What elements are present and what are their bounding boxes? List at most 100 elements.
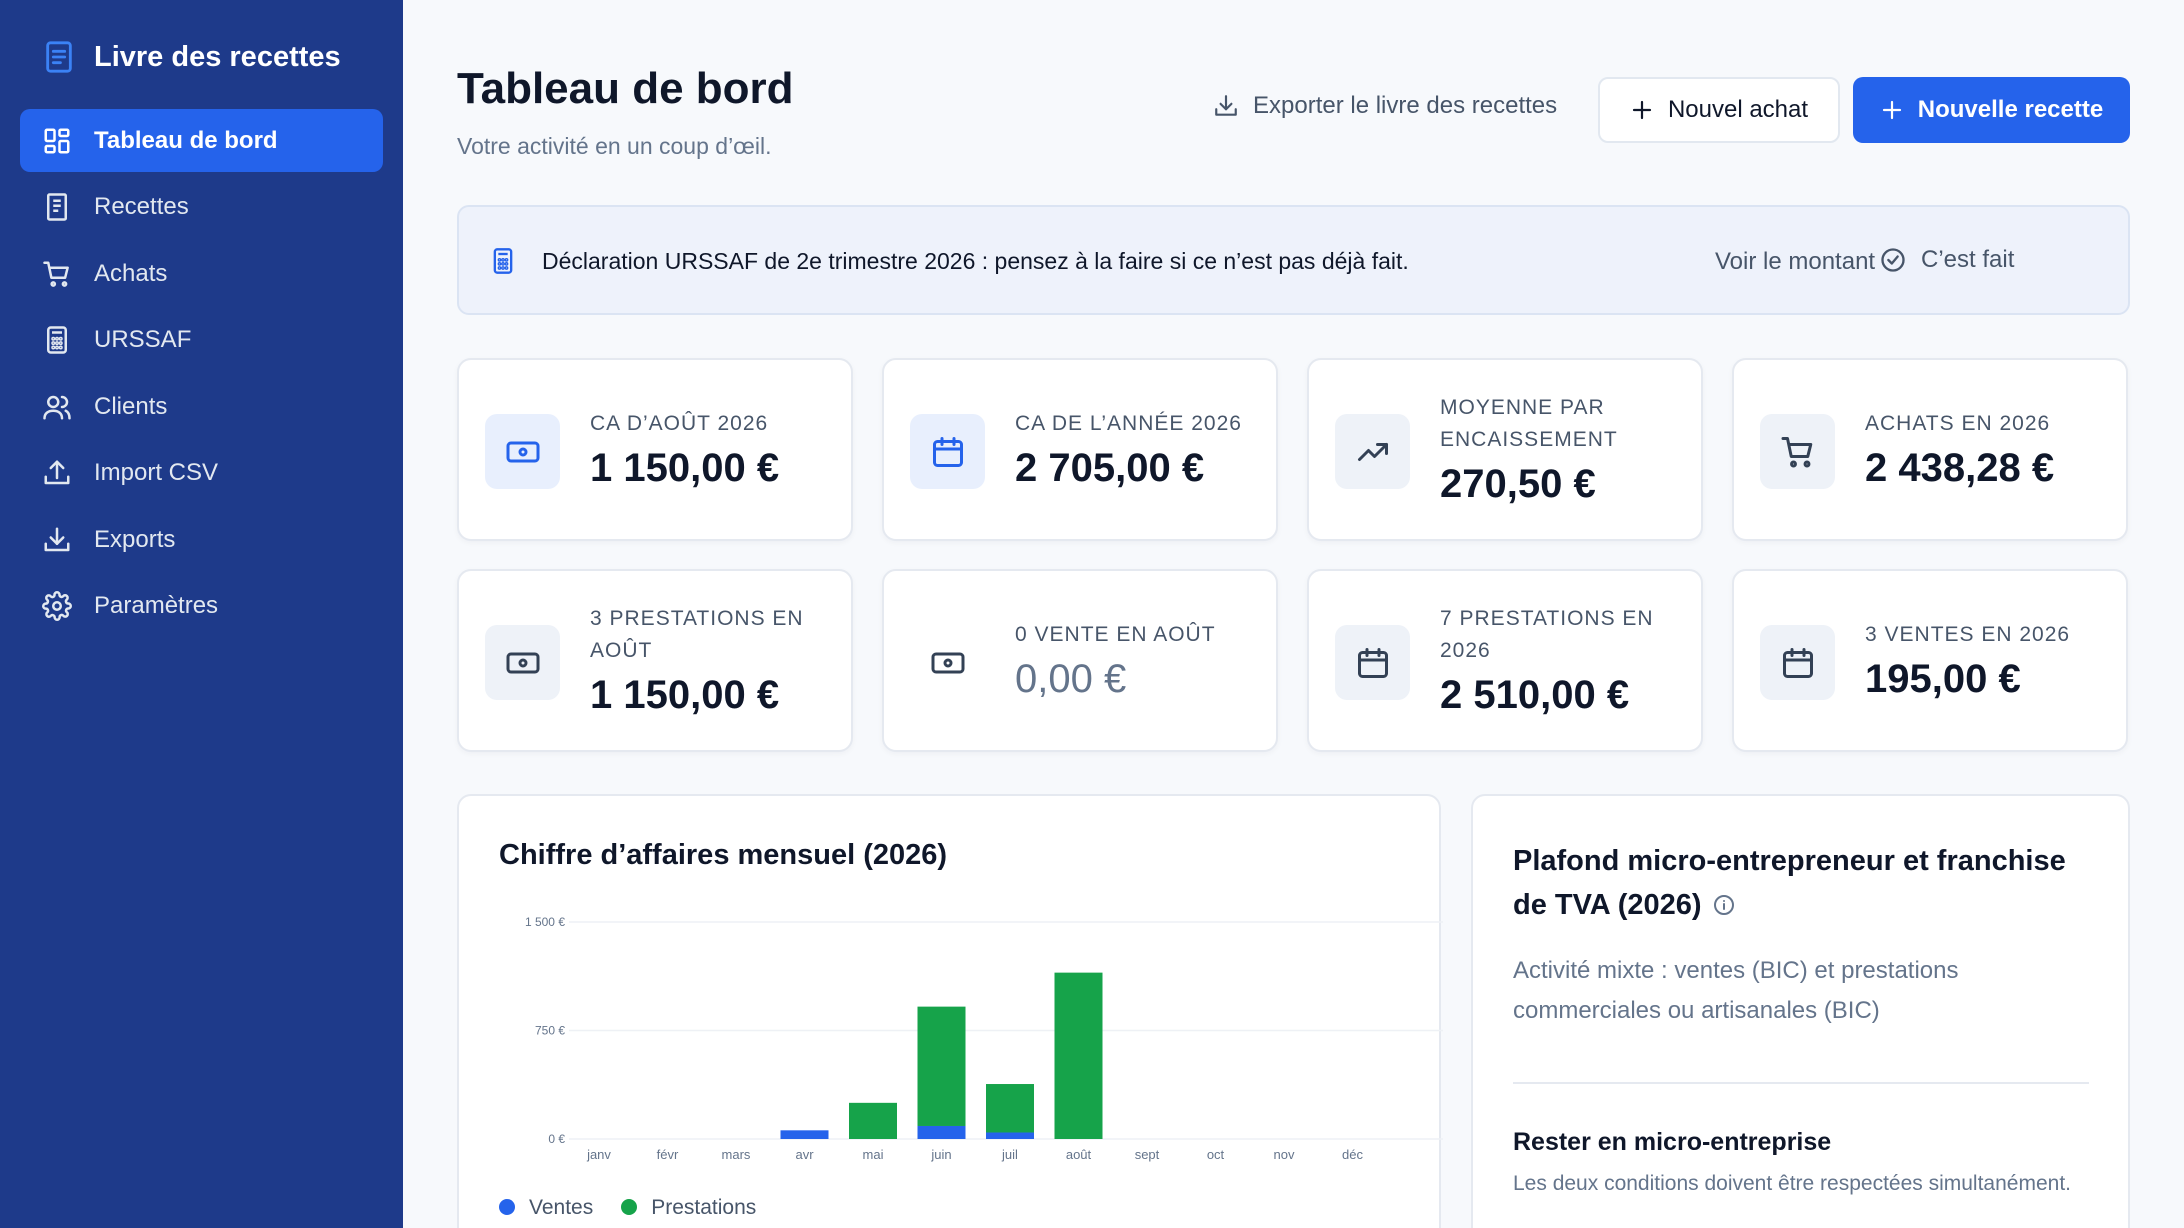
cash-icon (506, 441, 539, 462)
export-label: Exporter le livre des recettes (1253, 92, 1558, 119)
x-tick-label: avr (795, 1147, 814, 1162)
card-value: 2 705,00 € (1015, 446, 1205, 490)
card-value: 2 438,28 € (1865, 446, 2055, 490)
export-button[interactable]: Exporter le livre des recettes (1213, 92, 1557, 120)
brand[interactable]: Livre des recettes (42, 40, 341, 74)
bar-prestations-août[interactable] (1054, 972, 1103, 1139)
mark-done-label: C’est fait (1921, 246, 2015, 273)
new-receipt-label: Nouvelle recette (1917, 96, 2104, 123)
sidebar-item-urssaf[interactable]: URSSAF (20, 309, 383, 372)
legend-label: Prestations (651, 1196, 757, 1219)
new-receipt-button[interactable]: Nouvelle recette (1853, 77, 2130, 143)
card-icon-box (1335, 625, 1410, 700)
x-tick-label: juil (1001, 1147, 1018, 1162)
plafond-note: Les deux conditions doivent être respect… (1513, 1172, 2071, 1195)
bar-ventes-juin[interactable] (917, 1125, 966, 1139)
card-icon-box (1760, 625, 1835, 700)
plafond-title-text: Plafond micro-entrepreneur et franchise … (1513, 845, 2066, 921)
check-circle-icon (1881, 248, 1905, 272)
cash-icon (931, 652, 964, 673)
users-icon (43, 395, 71, 419)
calculator-icon (493, 248, 513, 274)
card-value: 1 150,00 € (590, 673, 780, 717)
sidebar-item-recettes[interactable]: Recettes (20, 176, 383, 239)
stat-card-average: Moyenne par encaissement 270,50 € (1307, 358, 1703, 541)
info-icon[interactable] (1712, 893, 1736, 917)
card-value: 0,00 € (1015, 657, 1127, 701)
sidebar-item-import-csv[interactable]: Import CSV (20, 442, 383, 505)
legend-swatch (499, 1199, 515, 1215)
plafond-panel: Plafond micro-entrepreneur et franchise … (1471, 794, 2130, 1228)
chart-legend: Ventes Prestations (499, 1196, 756, 1220)
bar-prestations-juil[interactable] (986, 1084, 1034, 1133)
book-icon (46, 41, 72, 73)
card-label: 0 vente en août (1015, 623, 1216, 646)
stat-card-ca-month: CA d’août 2026 1 150,00 € (457, 358, 853, 541)
stat-card-services-year: 7 prestations en 2026 2 510,00 € (1307, 569, 1703, 752)
cart-icon (1781, 436, 1812, 467)
download-icon (1215, 95, 1237, 116)
plafond-title: Plafond micro-entrepreneur et franchise … (1513, 839, 2103, 927)
card-label: CA de l’année 2026 (1015, 412, 1242, 435)
monthly-revenue-chart: 0 € 750 € 1 500 € janv févr mars avr mai juin jui… (525, 915, 1443, 1162)
sidebar-item-label: Import CSV (94, 459, 219, 486)
x-tick-label: mars (722, 1147, 751, 1162)
card-label: Achats en 2026 (1865, 412, 2051, 435)
page-title: Tableau de bord (457, 64, 794, 113)
x-tick-label: janv (586, 1147, 611, 1162)
urssaf-alert: Déclaration URSSAF de 2e trimestre 2026 … (457, 205, 2130, 315)
sidebar-item-exports[interactable]: Exports (20, 508, 383, 571)
sidebar-item-achats[interactable]: Achats (20, 242, 383, 305)
bar-prestations-juin[interactable] (917, 1006, 966, 1126)
card-label: Moyenne par encaissement (1440, 396, 1618, 451)
x-tick-label: juin (930, 1147, 951, 1162)
card-icon-box (485, 414, 560, 489)
sidebar-item-label: Clients (94, 392, 168, 420)
receipt-icon (47, 193, 67, 221)
card-label: 3 ventes en 2026 (1865, 623, 2071, 646)
card-value: 1 150,00 € (590, 446, 780, 490)
card-value: 270,50 € (1440, 462, 1596, 506)
bar-prestations-mai[interactable] (849, 1102, 897, 1139)
sidebar-item-dashboard[interactable]: Tableau de bord (20, 109, 383, 172)
sidebar-item-label: Achats (94, 259, 168, 287)
download-icon (44, 527, 70, 551)
plafond-subtitle: Rester en micro-entreprise (1513, 1128, 1832, 1156)
card-icon-box (485, 625, 560, 700)
view-amount-link[interactable]: Voir le montant (1715, 248, 1875, 276)
cash-icon (506, 652, 539, 673)
plus-icon (1632, 100, 1652, 120)
y-tick-label: 750 € (535, 1024, 565, 1038)
main-content: Tableau de bord Votre activité en un cou… (403, 0, 2184, 1228)
sidebar: Livre des recettes Tableau de bord Recet… (0, 0, 403, 1228)
bar-ventes-juil[interactable] (986, 1132, 1034, 1139)
calendar-icon (932, 436, 963, 467)
sidebar-item-label: Tableau de bord (94, 126, 278, 154)
card-icon-box (910, 625, 985, 700)
legend-item-prestations[interactable]: Prestations (621, 1196, 756, 1220)
brand-name: Livre des recettes (94, 40, 341, 73)
sidebar-item-label: URSSAF (94, 326, 192, 353)
gear-icon (42, 591, 72, 621)
x-tick-label: févr (657, 1147, 679, 1162)
x-tick-label: août (1066, 1147, 1092, 1162)
card-icon-box (1335, 414, 1410, 489)
sidebar-nav: Tableau de bord Recettes Achats URSSAF C… (20, 109, 383, 641)
sidebar-item-clients[interactable]: Clients (20, 375, 383, 438)
sidebar-item-parametres[interactable]: Paramètres (20, 575, 383, 638)
y-tick-label: 0 € (548, 1132, 565, 1146)
stat-card-sales-month: 0 vente en août 0,00 € (882, 569, 1278, 752)
page-subtitle: Votre activité en un coup d’œil. (457, 133, 772, 159)
new-purchase-button[interactable]: Nouvel achat (1598, 77, 1840, 143)
calendar-icon (1357, 647, 1388, 678)
stat-card-ca-year: CA de l’année 2026 2 705,00 € (882, 358, 1278, 541)
stat-card-sales-year: 3 ventes en 2026 195,00 € (1732, 569, 2128, 752)
x-tick-label: sept (1135, 1147, 1160, 1162)
trending-up-icon (1357, 442, 1388, 461)
x-tick-label: déc (1342, 1147, 1363, 1162)
bar-ventes-avr[interactable] (780, 1130, 829, 1139)
legend-item-ventes[interactable]: Ventes (499, 1196, 593, 1220)
card-icon-box (1760, 414, 1835, 489)
mark-done-button[interactable]: C’est fait (1879, 246, 2014, 274)
plus-icon (1882, 100, 1901, 120)
